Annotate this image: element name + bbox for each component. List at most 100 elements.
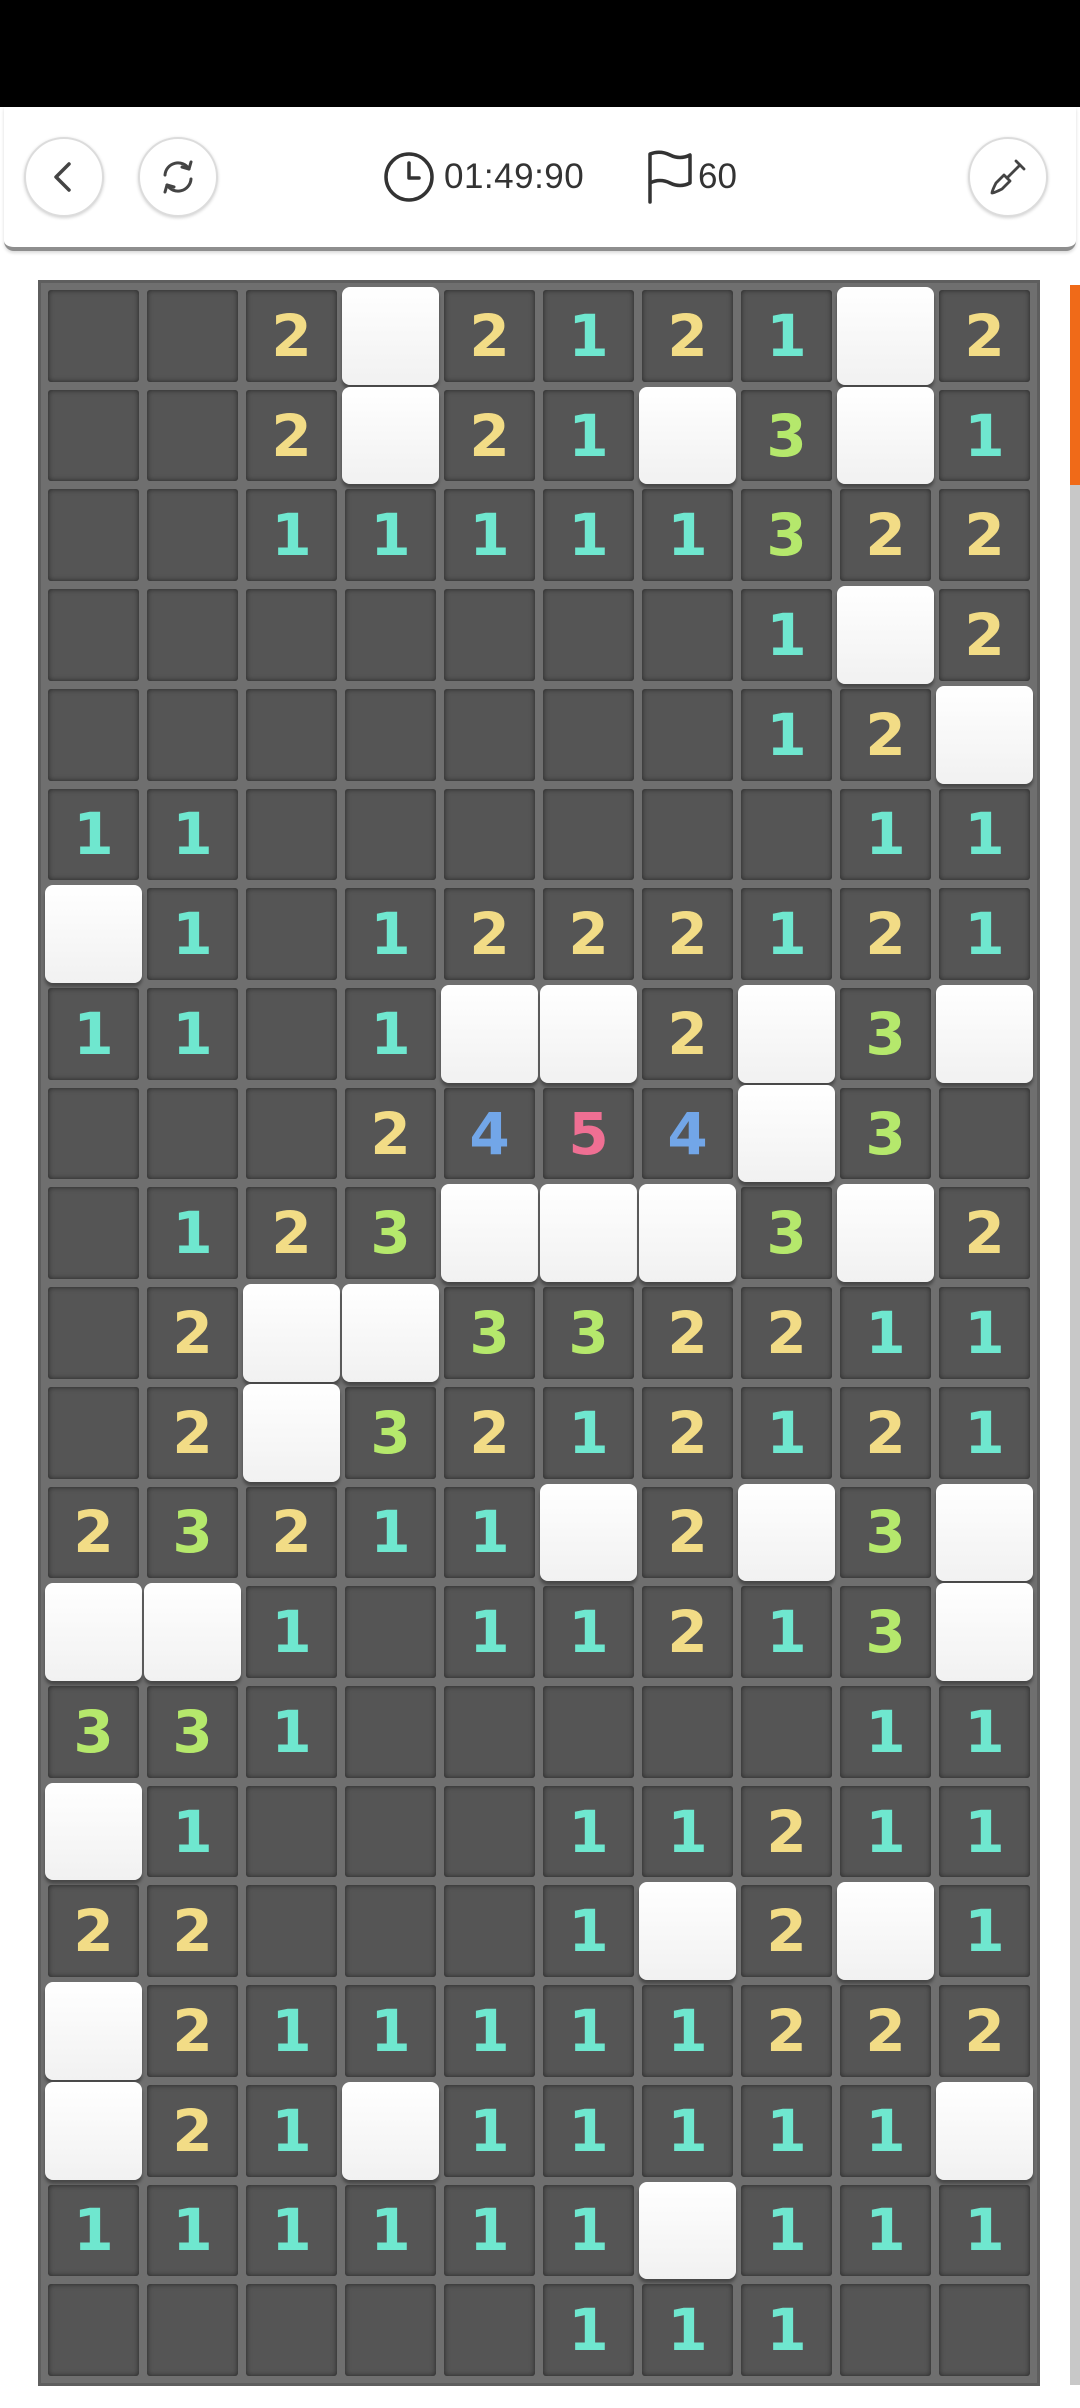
cell-number[interactable]: 2	[840, 688, 931, 781]
cell-number[interactable]: 2	[642, 1287, 733, 1379]
cell-number[interactable]: 1	[642, 489, 733, 582]
cell-unrevealed[interactable]	[837, 1882, 934, 1981]
cell-number[interactable]: 2	[840, 888, 931, 980]
cell-number[interactable]: 1	[345, 489, 436, 582]
cell-number[interactable]: 1	[741, 688, 832, 781]
cell-empty[interactable]	[48, 2284, 139, 2376]
cell-number[interactable]: 2	[147, 1287, 238, 1379]
cell-number[interactable]: 1	[642, 2084, 733, 2177]
cell-empty[interactable]	[345, 589, 436, 681]
cell-number[interactable]: 2	[642, 988, 733, 1080]
cell-empty[interactable]	[444, 2284, 535, 2376]
cell-empty[interactable]	[939, 2284, 1030, 2376]
cell-unrevealed[interactable]	[738, 1483, 835, 1582]
cell-number[interactable]: 2	[48, 1885, 139, 1978]
cell-empty[interactable]	[345, 688, 436, 781]
cell-number[interactable]: 1	[642, 2284, 733, 2376]
cell-empty[interactable]	[543, 1686, 634, 1778]
cell-empty[interactable]	[444, 589, 535, 681]
cell-empty[interactable]	[246, 988, 337, 1080]
cell-number[interactable]: 2	[642, 1586, 733, 1678]
cell-number[interactable]: 2	[939, 290, 1030, 382]
cell-number[interactable]: 1	[840, 2084, 931, 2177]
cell-number[interactable]: 2	[741, 1785, 832, 1878]
cell-number[interactable]: 3	[840, 1486, 931, 1579]
cell-empty[interactable]	[642, 1686, 733, 1778]
cell-empty[interactable]	[48, 1087, 139, 1180]
cell-number[interactable]: 2	[642, 888, 733, 980]
cell-empty[interactable]	[345, 1885, 436, 1978]
cell-unrevealed[interactable]	[441, 985, 538, 1083]
cell-number[interactable]: 2	[840, 1985, 931, 2077]
cell-empty[interactable]	[345, 1686, 436, 1778]
cell-number[interactable]: 2	[147, 2084, 238, 2177]
cell-empty[interactable]	[345, 1586, 436, 1678]
cell-unrevealed[interactable]	[738, 1084, 835, 1183]
cell-number[interactable]: 1	[246, 489, 337, 582]
cell-unrevealed[interactable]	[243, 1284, 340, 1382]
cell-unrevealed[interactable]	[837, 1184, 934, 1283]
cell-unrevealed[interactable]	[639, 1184, 736, 1283]
cell-number[interactable]: 1	[444, 1586, 535, 1678]
cell-number[interactable]: 1	[939, 1785, 1030, 1878]
cell-number[interactable]: 5	[543, 1087, 634, 1180]
cell-number[interactable]: 1	[444, 1985, 535, 2077]
cell-number[interactable]: 1	[543, 1386, 634, 1479]
cell-empty[interactable]	[741, 788, 832, 881]
cell-empty[interactable]	[48, 589, 139, 681]
cell-number[interactable]: 1	[246, 1686, 337, 1778]
cell-number[interactable]: 1	[939, 2184, 1030, 2277]
cell-number[interactable]: 2	[939, 1187, 1030, 1280]
cell-unrevealed[interactable]	[45, 1583, 142, 1681]
cell-number[interactable]: 1	[939, 1287, 1030, 1379]
cell-unrevealed[interactable]	[540, 985, 637, 1083]
cell-number[interactable]: 3	[444, 1287, 535, 1379]
cell-empty[interactable]	[444, 1885, 535, 1978]
cell-empty[interactable]	[444, 1785, 535, 1878]
cell-number[interactable]: 4	[642, 1087, 733, 1180]
cell-number[interactable]: 1	[543, 1586, 634, 1678]
cell-number[interactable]: 1	[741, 589, 832, 681]
cell-empty[interactable]	[642, 788, 733, 881]
cell-unrevealed[interactable]	[639, 386, 736, 485]
cell-number[interactable]: 2	[642, 290, 733, 382]
cell-unrevealed[interactable]	[342, 1284, 439, 1382]
cell-unrevealed[interactable]	[342, 2081, 439, 2180]
cell-empty[interactable]	[48, 389, 139, 482]
cell-unrevealed[interactable]	[342, 386, 439, 485]
cell-unrevealed[interactable]	[936, 985, 1033, 1083]
cell-empty[interactable]	[345, 788, 436, 881]
cell-unrevealed[interactable]	[936, 1583, 1033, 1681]
cell-number[interactable]: 2	[246, 389, 337, 482]
cell-empty[interactable]	[147, 489, 238, 582]
cell-empty[interactable]	[543, 589, 634, 681]
cell-unrevealed[interactable]	[738, 985, 835, 1083]
cell-number[interactable]: 1	[345, 1985, 436, 2077]
cell-empty[interactable]	[147, 688, 238, 781]
cell-number[interactable]: 1	[741, 2084, 832, 2177]
cell-number[interactable]: 1	[543, 1885, 634, 1978]
cell-empty[interactable]	[642, 688, 733, 781]
cell-number[interactable]: 1	[246, 2184, 337, 2277]
cell-empty[interactable]	[246, 1885, 337, 1978]
cell-number[interactable]: 1	[939, 888, 1030, 980]
cell-unrevealed[interactable]	[837, 287, 934, 385]
cell-number[interactable]: 2	[444, 1386, 535, 1479]
cell-number[interactable]: 2	[840, 1386, 931, 1479]
cell-number[interactable]: 1	[939, 788, 1030, 881]
cell-unrevealed[interactable]	[144, 1583, 241, 1681]
cell-number[interactable]: 1	[246, 2084, 337, 2177]
cell-number[interactable]: 1	[939, 1885, 1030, 1978]
cell-number[interactable]: 1	[543, 1985, 634, 2077]
cell-empty[interactable]	[444, 688, 535, 781]
cell-number[interactable]: 2	[147, 1386, 238, 1479]
cell-number[interactable]: 2	[147, 1985, 238, 2077]
cell-number[interactable]: 2	[48, 1486, 139, 1579]
cell-number[interactable]: 2	[642, 1386, 733, 1479]
cell-number[interactable]: 1	[840, 2184, 931, 2277]
cell-empty[interactable]	[48, 1386, 139, 1479]
cell-number[interactable]: 1	[48, 988, 139, 1080]
cell-unrevealed[interactable]	[936, 2081, 1033, 2180]
cell-number[interactable]: 1	[147, 888, 238, 980]
cell-number[interactable]: 1	[345, 888, 436, 980]
